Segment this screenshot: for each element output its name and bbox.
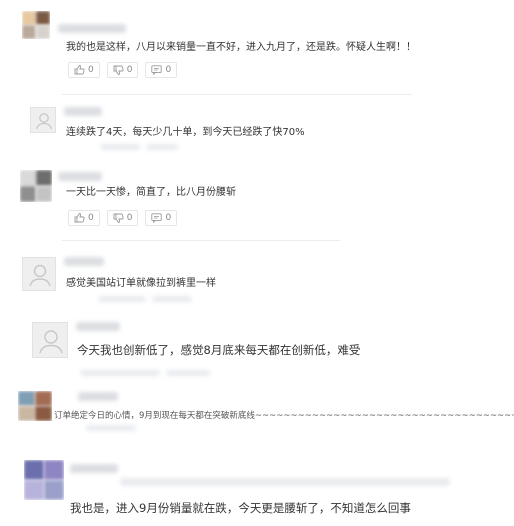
reply-count: 0 (165, 65, 172, 75)
comment-item: 一天比一天惨，简直了，比八月份腰斩 0 0 0 (0, 160, 514, 240)
avatar[interactable] (24, 460, 64, 500)
like-count: 0 (88, 65, 94, 75)
comment-text: 连续跌了4天，每天少几十单，到今天已经跌了快70% (66, 127, 305, 138)
username[interactable] (58, 24, 126, 33)
thumbs-up-icon (74, 213, 85, 223)
comment-item: 感觉美国站订单就像拉到裤里一样 (0, 250, 514, 305)
username[interactable] (64, 107, 102, 116)
like-count: 0 (88, 213, 94, 223)
username[interactable] (76, 322, 120, 331)
comment-actions (152, 296, 192, 302)
avatar[interactable] (18, 391, 52, 421)
comment-actions: 0 0 0 (68, 210, 178, 226)
username[interactable] (58, 172, 102, 181)
user-avatar-icon (35, 113, 53, 130)
dislike-count: 0 (126, 213, 133, 223)
dislike-button[interactable]: 0 (106, 210, 139, 226)
comment-text: 今天我也创新低了，感觉8月底来每天都在创新低，难受 (77, 343, 361, 357)
reply-button[interactable]: 0 (145, 62, 178, 78)
username[interactable] (78, 392, 118, 401)
comment-actions (100, 144, 140, 150)
dislike-count: 0 (126, 65, 133, 75)
comment-text: 一天比一天惨，简直了，比八月份腰斩 (66, 187, 236, 198)
comment-actions (146, 144, 178, 150)
comment-item: 连续跌了4天，每天少几十单，到今天已经跌了快70% (0, 100, 514, 150)
comment-item: 我也是，进入9月份销量就在跌，今天更是腰斩了，不知道怎么回事 (0, 448, 514, 526)
user-avatar-icon (39, 330, 63, 354)
comment-text: 订单绝定今日的心情，9月到现在每天都在突破新底线~~~~~~~~~~~~~~~~… (54, 411, 514, 421)
comment-text: 我也是，进入9月份销量就在跌，今天更是腰斩了，不知道怎么回事 (70, 501, 411, 515)
comment-item: 我的也是这样，八月以来销量一直不好，进入九月了，还是跌。怀疑人生啊！！ 0 0 … (0, 0, 514, 100)
reply-button[interactable]: 0 (145, 210, 178, 226)
comment-text: 感觉美国站订单就像拉到裤里一样 (66, 278, 216, 289)
avatar[interactable] (22, 257, 56, 291)
comment-actions: 0 0 0 (68, 62, 178, 78)
comment-text: 我的也是这样，八月以来销量一直不好，进入九月了，还是跌。怀疑人生啊！！ (66, 42, 416, 53)
avatar[interactable] (32, 322, 68, 358)
thumbs-up-icon (74, 65, 85, 75)
comment-actions (166, 370, 210, 376)
thumbs-down-icon (113, 213, 124, 223)
divider (62, 240, 340, 241)
comment-item: 订单绝定今日的心情，9月到现在每天都在突破新底线~~~~~~~~~~~~~~~~… (0, 385, 514, 435)
comment-item: 今天我也创新低了，感觉8月底来每天都在创新低，难受 (0, 312, 514, 382)
reply-count: 0 (165, 213, 172, 223)
avatar[interactable] (20, 170, 52, 202)
username[interactable] (64, 257, 104, 266)
avatar[interactable] (30, 107, 56, 133)
like-button[interactable]: 0 (68, 210, 100, 226)
username[interactable] (70, 464, 118, 473)
thumbs-down-icon (113, 65, 124, 75)
comment-actions (98, 296, 146, 302)
divider (62, 94, 412, 95)
comment-meta (120, 478, 450, 486)
comment-actions (80, 370, 160, 376)
comment-actions (86, 425, 136, 431)
comment-icon (151, 65, 163, 75)
avatar[interactable] (22, 11, 50, 39)
comment-icon (151, 213, 163, 223)
like-button[interactable]: 0 (68, 62, 100, 78)
user-avatar-icon (29, 264, 51, 287)
dislike-button[interactable]: 0 (106, 62, 139, 78)
